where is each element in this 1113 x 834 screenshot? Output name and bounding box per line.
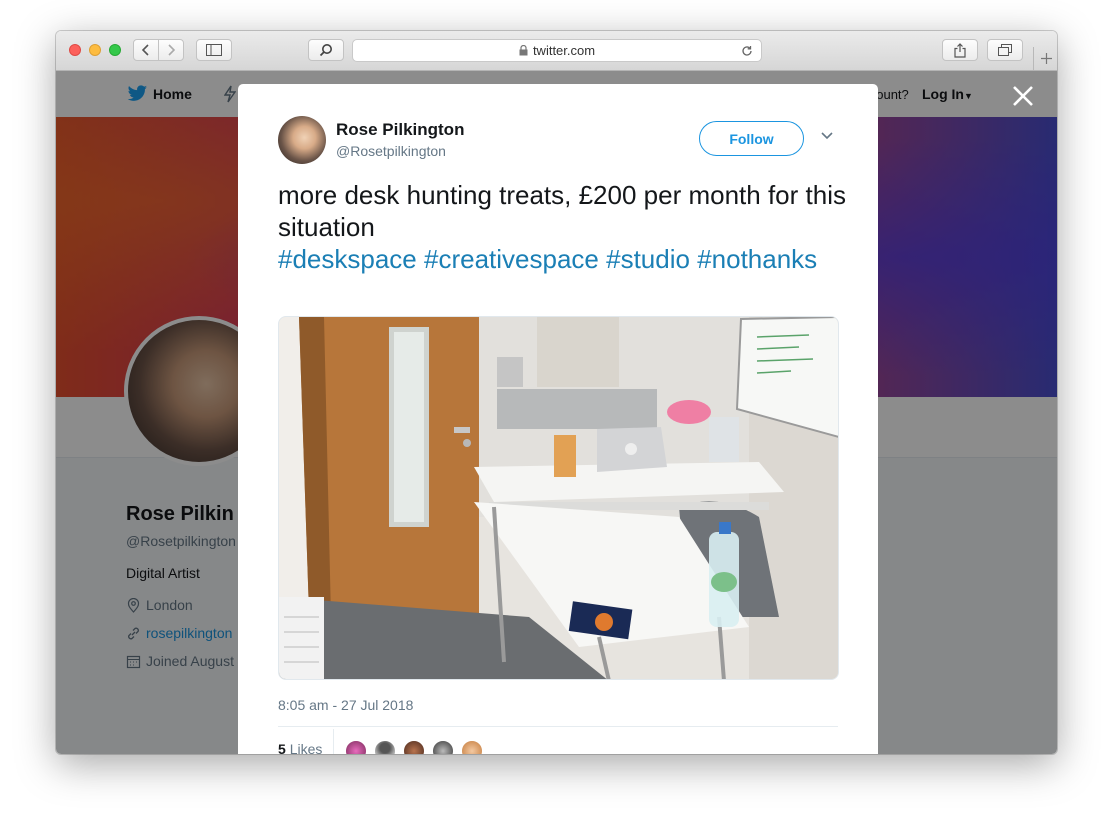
tweet-body: more desk hunting treats, £200 per month… [278, 180, 846, 242]
author-avatar[interactable] [278, 116, 326, 164]
close-window-button[interactable] [69, 44, 81, 56]
chevron-down-icon[interactable] [821, 132, 833, 140]
hashtag-deskspace[interactable]: #deskspace [278, 244, 417, 274]
likes-number: 5 [278, 741, 286, 754]
magnifier-icon [319, 44, 332, 57]
minimize-window-button[interactable] [89, 44, 101, 56]
vertical-divider [333, 729, 334, 754]
tweet-modal: Rose Pilkington @Rosetpilkington Follow … [238, 84, 878, 754]
office-desk-photo [279, 317, 838, 679]
liker-avatar[interactable] [373, 739, 397, 754]
liker-avatar[interactable] [431, 739, 455, 754]
tweet-text: more desk hunting treats, £200 per month… [278, 179, 848, 275]
likes-label: Likes [289, 741, 323, 754]
liker-avatar[interactable] [460, 739, 484, 754]
hashtag-studio[interactable]: #studio [606, 244, 690, 274]
sidebar-toggle-button[interactable] [196, 39, 232, 61]
likes-count[interactable]: 5 Likes [278, 741, 322, 754]
author-name[interactable]: Rose Pilkington [336, 120, 464, 140]
tweet-photo[interactable] [278, 316, 839, 680]
address-bar[interactable]: twitter.com [352, 39, 762, 62]
hashtag-nothanks[interactable]: #nothanks [697, 244, 817, 274]
tabs-icon [998, 43, 1012, 56]
search-button[interactable] [308, 39, 344, 61]
sidebar-icon [206, 44, 222, 56]
twitter-page: Home account? Log In▼ Rose Pilkin @Roset… [56, 71, 1057, 754]
browser-toolbar: twitter.com [56, 31, 1057, 71]
divider [278, 726, 838, 727]
author-handle[interactable]: @Rosetpilkington [336, 143, 446, 159]
hashtag-creativespace[interactable]: #creativespace [424, 244, 599, 274]
liker-avatar[interactable] [402, 739, 426, 754]
new-tab-button[interactable] [1033, 47, 1057, 70]
share-icon [954, 42, 966, 58]
reload-icon[interactable] [741, 45, 753, 57]
chevron-left-icon [141, 44, 149, 56]
back-button[interactable] [133, 39, 159, 61]
tabs-overview-button[interactable] [987, 39, 1023, 61]
url-text: twitter.com [532, 43, 596, 58]
share-button[interactable] [942, 39, 978, 61]
plus-icon [1040, 53, 1052, 64]
lock-icon [519, 45, 528, 56]
tweet-timestamp[interactable]: 8:05 am - 27 Jul 2018 [278, 697, 413, 713]
follow-button[interactable]: Follow [699, 121, 804, 156]
browser-window: twitter.com Home account? Log In▼ Rose P… [56, 31, 1057, 754]
liker-avatar[interactable] [344, 739, 368, 754]
forward-button[interactable] [158, 39, 184, 61]
close-modal-icon[interactable] [1010, 83, 1036, 109]
zoom-window-button[interactable] [109, 44, 121, 56]
chevron-right-icon [168, 44, 176, 56]
